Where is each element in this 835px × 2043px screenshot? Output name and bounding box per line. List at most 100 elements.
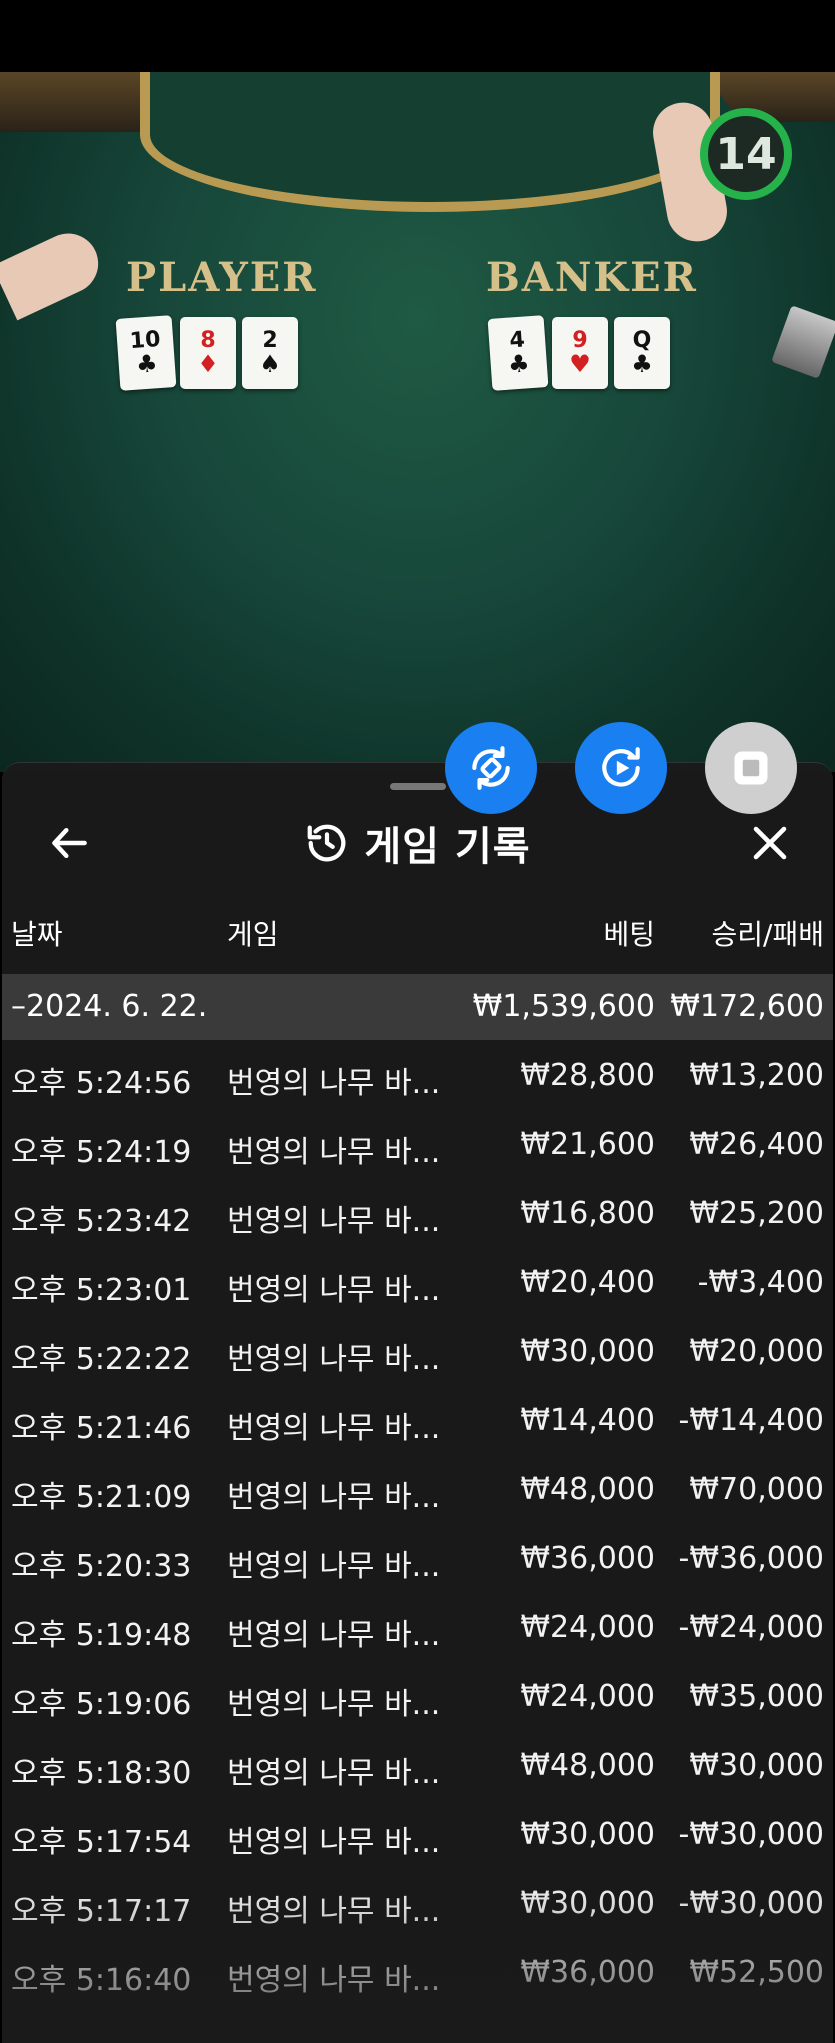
card-suit: ♣: [135, 349, 159, 379]
row-bet: ₩48,000: [520, 1472, 655, 1507]
history-row[interactable]: 오후 5:22:22 번영의 나무 바... ₩30,000 ₩20,000: [2, 1316, 833, 1385]
row-bet: ₩28,800: [520, 1058, 655, 1093]
banker-cards: 4 ♣ 9 ♥ Q ♣: [487, 315, 670, 391]
card-suit: ♠: [259, 350, 281, 378]
table-rail: [140, 72, 720, 212]
row-bet: ₩24,000: [520, 1679, 655, 1714]
playing-card: 4 ♣: [487, 315, 549, 391]
game-history-panel: 게임 기록 날짜 게임 베팅 승리/패배 –2024. 6. 22. ₩1,53…: [2, 762, 833, 2043]
summary-result: ₩172,600: [670, 989, 824, 1024]
history-row[interactable]: 오후 5:21:09 번영의 나무 바... ₩48,000 ₩70,000: [2, 1454, 833, 1523]
card-rank: Q: [632, 328, 652, 353]
column-result: 승리/패배: [711, 918, 824, 951]
player-label: PLAYER: [126, 254, 318, 301]
status-bar: [0, 0, 835, 72]
row-game: 번영의 나무 바...: [227, 1963, 441, 1998]
history-row[interactable]: 오후 5:18:30 번영의 나무 바... ₩48,000 ₩30,000: [2, 1730, 833, 1799]
row-time: 오후 5:24:56: [11, 1066, 192, 1101]
history-row[interactable]: 오후 5:17:54 번영의 나무 바... ₩30,000 -₩30,000: [2, 1799, 833, 1868]
card-shoe: [771, 305, 835, 379]
replay-icon: [602, 747, 640, 787]
live-video: PLAYER BANKER 10 ♣ 8 ♦ 2 ♠ 4 ♣ 9 ♥ Q ♣ 14: [0, 72, 835, 772]
row-time: 오후 5:19:48: [11, 1618, 192, 1653]
row-bet: ₩14,400: [520, 1403, 655, 1438]
row-time: 오후 5:19:06: [11, 1687, 192, 1722]
table-header: 날짜 게임 베팅 승리/패배: [2, 913, 833, 953]
column-game: 게임: [227, 918, 279, 951]
history-row[interactable]: 오후 5:23:01 번영의 나무 바... ₩20,400 -₩3,400: [2, 1247, 833, 1316]
row-bet: ₩36,000: [520, 1541, 655, 1576]
row-game: 번영의 나무 바...: [227, 1411, 441, 1446]
row-bet: ₩36,000: [520, 1955, 655, 1990]
summary-date: –2024. 6. 22.: [11, 989, 208, 1024]
row-game: 번영의 나무 바...: [227, 1549, 441, 1584]
row-result: -₩30,000: [678, 1817, 824, 1852]
row-time: 오후 5:24:19: [11, 1135, 192, 1170]
countdown-timer: 14: [700, 108, 792, 200]
row-game: 번영의 나무 바...: [227, 1894, 441, 1929]
row-time: 오후 5:21:46: [11, 1411, 192, 1446]
row-time: 오후 5:16:40: [11, 1963, 192, 1998]
playing-card: 10 ♣: [115, 315, 177, 391]
panel-title-text: 게임 기록: [364, 824, 531, 870]
row-game: 번영의 나무 바...: [227, 1066, 441, 1101]
row-time: 오후 5:17:54: [11, 1825, 192, 1860]
row-bet: ₩20,400: [520, 1265, 655, 1300]
player-cards: 10 ♣ 8 ♦ 2 ♠: [115, 315, 298, 391]
row-game: 번영의 나무 바...: [227, 1480, 441, 1515]
row-time: 오후 5:21:09: [11, 1480, 192, 1515]
history-row[interactable]: 오후 5:21:46 번영의 나무 바... ₩14,400 -₩14,400: [2, 1385, 833, 1454]
card-rank: 9: [572, 328, 588, 353]
row-game: 번영의 나무 바...: [227, 1618, 441, 1653]
close-button[interactable]: [742, 815, 798, 871]
date-summary-row[interactable]: –2024. 6. 22. ₩1,539,600 ₩172,600: [2, 974, 833, 1040]
card-suit: ♣: [631, 350, 653, 378]
row-result: ₩35,000: [689, 1679, 824, 1714]
playing-card: 9 ♥: [552, 317, 608, 389]
row-result: -₩14,400: [678, 1403, 824, 1438]
history-row[interactable]: 오후 5:19:06 번영의 나무 바... ₩24,000 ₩35,000: [2, 1661, 833, 1730]
history-row[interactable]: 오후 5:24:19 번영의 나무 바... ₩21,600 ₩26,400: [2, 1109, 833, 1178]
row-time: 오후 5:22:22: [11, 1342, 192, 1377]
stop-icon: [734, 751, 768, 785]
panel-title: 게임 기록: [2, 811, 833, 875]
column-date: 날짜: [11, 918, 63, 951]
row-result: ₩52,500: [689, 1955, 824, 1990]
history-row[interactable]: 오후 5:19:48 번영의 나무 바... ₩24,000 -₩24,000: [2, 1592, 833, 1661]
row-game: 번영의 나무 바...: [227, 1825, 441, 1860]
stop-button[interactable]: [705, 722, 797, 814]
drag-handle[interactable]: [390, 783, 446, 790]
card-suit: ♣: [507, 349, 531, 379]
history-row[interactable]: 오후 5:20:33 번영의 나무 바... ₩36,000 -₩36,000: [2, 1523, 833, 1592]
row-result: -₩3,400: [697, 1265, 824, 1300]
history-list: 오후 5:24:56 번영의 나무 바... ₩28,800 ₩13,200 오후 5:…: [2, 1040, 833, 2006]
history-row[interactable]: 오후 5:23:42 번영의 나무 바... ₩16,800 ₩25,200: [2, 1178, 833, 1247]
rotate-button[interactable]: [445, 722, 537, 814]
card-rank: 8: [200, 328, 216, 353]
history-row[interactable]: 오후 5:17:17 번영의 나무 바... ₩30,000 -₩30,000: [2, 1868, 833, 1937]
row-result: ₩13,200: [689, 1058, 824, 1093]
column-bet: 베팅: [603, 918, 655, 951]
row-time: 오후 5:23:42: [11, 1204, 192, 1239]
summary-bet: ₩1,539,600: [472, 989, 655, 1024]
row-bet: ₩16,800: [520, 1196, 655, 1231]
row-bet: ₩48,000: [520, 1748, 655, 1783]
playing-card: 2 ♠: [242, 317, 298, 389]
history-row[interactable]: 오후 5:24:56 번영의 나무 바... ₩28,800 ₩13,200: [2, 1040, 833, 1109]
close-icon: [753, 826, 787, 860]
card-suit: ♦: [197, 350, 219, 378]
row-result: ₩30,000: [689, 1748, 824, 1783]
row-result: ₩20,000: [689, 1334, 824, 1369]
row-bet: ₩30,000: [520, 1817, 655, 1852]
row-time: 오후 5:17:17: [11, 1894, 192, 1929]
row-bet: ₩24,000: [520, 1610, 655, 1645]
playing-card: Q ♣: [614, 317, 670, 389]
row-game: 번영의 나무 바...: [227, 1135, 441, 1170]
row-result: ₩70,000: [689, 1472, 824, 1507]
row-game: 번영의 나무 바...: [227, 1273, 441, 1308]
history-icon: [308, 824, 346, 862]
row-game: 번영의 나무 바...: [227, 1204, 441, 1239]
history-row[interactable]: 오후 5:16:40 번영의 나무 바... ₩36,000 ₩52,500: [2, 1937, 833, 2006]
replay-button[interactable]: [575, 722, 667, 814]
row-result: -₩24,000: [678, 1610, 824, 1645]
